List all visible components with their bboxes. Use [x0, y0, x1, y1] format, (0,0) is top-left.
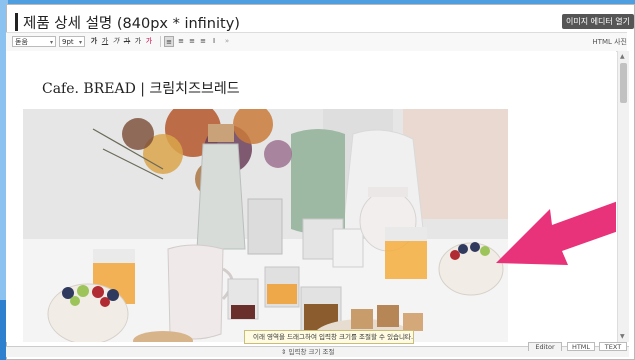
image-editor-button[interactable]: 이미지 에디터 열기 — [562, 14, 634, 29]
scroll-down-icon[interactable]: ▼ — [620, 333, 625, 340]
more-tools-button[interactable]: » — [222, 36, 232, 47]
align-center-button[interactable]: ≡ — [176, 36, 186, 47]
bold-button[interactable]: 가 — [89, 36, 99, 47]
underline-button[interactable]: 가 — [100, 36, 110, 47]
pink-pointer-arrow — [496, 201, 616, 265]
tab-html[interactable]: HTML — [567, 342, 595, 351]
font-size-select[interactable]: 9pt ▾ — [59, 36, 85, 47]
tab-editor[interactable]: Editor — [528, 342, 562, 351]
scroll-up-icon[interactable]: ▲ — [620, 53, 625, 60]
chevron-down-icon: ▾ — [78, 39, 82, 46]
align-justify-button[interactable]: ≡ — [198, 36, 208, 47]
background-color-button[interactable]: 가 — [144, 36, 154, 47]
font-size-value: 9pt — [62, 38, 74, 46]
resize-tooltip: 이래 영역을 드래그하여 입력창 크기를 조절할 수 있습니다. ✕ — [244, 330, 414, 344]
toolbar-divider — [160, 36, 161, 47]
tab-text[interactable]: TEXT — [599, 342, 627, 351]
editor-toolbar: 돋움 ▾ 9pt ▾ 가 가 가 가 가 가 ≡ ≡ ≡ ≡ I » HTML … — [6, 32, 627, 52]
chevron-down-icon: ▾ — [49, 39, 53, 46]
align-right-button[interactable]: ≡ — [187, 36, 197, 47]
title-accent-bar — [15, 13, 18, 31]
page-title: 제품 상세 설명 (840px * infinity) — [23, 16, 240, 32]
editor-footer: ⇕ 입력창 크기 조절 Editor HTML TEXT — [6, 342, 629, 357]
photo-insert-button[interactable]: HTML 사진 — [592, 37, 627, 47]
close-icon[interactable]: ✕ — [404, 331, 409, 343]
font-color-button[interactable]: 가 — [133, 36, 143, 47]
resize-tooltip-text: 이래 영역을 드래그하여 입력창 크기를 조절할 수 있습니다. — [253, 333, 414, 341]
font-family-select[interactable]: 돋움 ▾ — [12, 36, 56, 47]
strikethrough-button[interactable]: 가 — [122, 36, 132, 47]
align-left-button[interactable]: ≡ — [164, 36, 174, 47]
scrollbar-thumb[interactable] — [620, 63, 627, 103]
vertical-scrollbar[interactable]: ▲ ▼ — [617, 51, 629, 342]
editor-content-area[interactable]: Cafe. BREAD | 크림치즈브레드 — [6, 51, 616, 342]
italic-button[interactable]: 가 — [111, 36, 121, 47]
indent-button[interactable]: I — [209, 36, 219, 47]
font-family-value: 돋움 — [15, 38, 28, 46]
resize-handle[interactable]: ⇕ 입력창 크기 조절 — [281, 347, 335, 357]
title-bar: 제품 상세 설명 (840px * infinity) 이미지 에디터 열기 — [7, 5, 634, 35]
